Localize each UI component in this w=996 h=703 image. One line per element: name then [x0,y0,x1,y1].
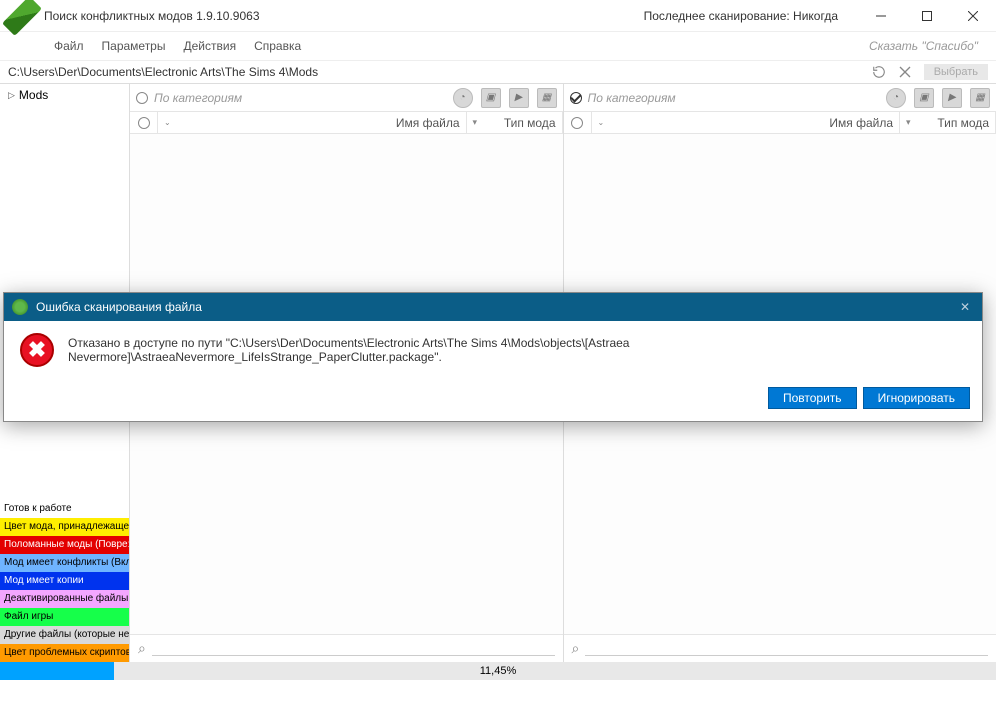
legend-row: Цвет проблемных скриптов [0,644,129,662]
play-icon[interactable]: ▶ [942,88,962,108]
left-search[interactable]: ⌕ [130,634,563,662]
legend-row: Готов к работе [0,500,129,518]
legend-row: Файл игры [0,608,129,626]
legend-row: Деактивированные файлы [0,590,129,608]
path-text: C:\Users\Der\Documents\Electronic Arts\T… [8,65,318,79]
progress-bar: 11,45% [0,662,996,680]
pie-icon[interactable]: ◔ [453,88,473,108]
folder-icon[interactable]: ▣ [481,88,501,108]
error-dialog: Ошибка сканирования файла ✕ ✖ Отказано в… [3,292,983,422]
right-category-placeholder[interactable]: По категориям [588,91,676,105]
search-icon: ⌕ [572,640,580,657]
pie-icon[interactable]: ◔ [886,88,906,108]
thanks-link[interactable]: Сказать "Спасибо" [869,39,978,53]
legend-row: Цвет мода, принадлежащег [0,518,129,536]
legend: Готов к работеЦвет мода, принадлежащегПо… [0,500,129,662]
legend-row: Мод имеет конфликты (Вкл [0,554,129,572]
retry-button[interactable]: Повторить [768,387,857,409]
dialog-title: Ошибка сканирования файла [36,300,202,314]
legend-row: Поломанные моды (Повре: [0,536,129,554]
menu-actions[interactable]: Действия [183,39,236,53]
menu-help[interactable]: Справка [254,39,301,53]
ignore-button[interactable]: Игнорировать [863,387,970,409]
right-col-check[interactable] [564,112,592,133]
right-category-radio[interactable] [570,92,582,104]
dialog-actions: Повторить Игнорировать [4,379,982,421]
select-path-button: Выбрать [924,64,988,80]
left-pane-toolbar: По категориям ◔ ▣ ▶ ▦ [130,84,563,112]
right-col-type[interactable]: ▾Тип мода [900,112,996,133]
close-button[interactable] [950,0,996,32]
legend-row: Мод имеет копии [0,572,129,590]
block-icon[interactable]: ▦ [537,88,557,108]
window-title: Поиск конфликтных модов 1.9.10.9063 [44,9,260,23]
progress-label: 11,45% [480,665,517,677]
error-icon: ✖ [20,333,54,367]
left-category-radio[interactable] [136,92,148,104]
tree-root[interactable]: ▷ Mods [8,88,121,102]
dialog-body: ✖ Отказано в доступе по пути "C:\Users\D… [4,321,982,379]
dialog-message: Отказано в доступе по пути "C:\Users\Der… [68,336,966,364]
left-col-check[interactable] [130,112,158,133]
right-col-filename[interactable]: ⌄Имя файла [592,112,901,133]
block-icon[interactable]: ▦ [970,88,990,108]
title-bar: Поиск конфликтных модов 1.9.10.9063 Посл… [0,0,996,32]
left-columns: ⌄Имя файла ▾Тип мода [130,112,563,134]
right-columns: ⌄Имя файла ▾Тип мода [564,112,996,134]
menu-file[interactable]: Файл [54,39,84,53]
folder-icon[interactable]: ▣ [914,88,934,108]
dialog-app-icon [12,299,28,315]
maximize-button[interactable] [904,0,950,32]
path-bar: C:\Users\Der\Documents\Electronic Arts\T… [0,60,996,84]
minimize-button[interactable] [858,0,904,32]
right-pane-toolbar: По категориям ◔ ▣ ▶ ▦ [564,84,996,112]
dialog-titlebar: Ошибка сканирования файла ✕ [4,293,982,321]
dialog-close-icon[interactable]: ✕ [956,300,974,314]
left-col-type[interactable]: ▾Тип мода [467,112,563,133]
expand-icon[interactable]: ▷ [8,90,15,101]
menu-params[interactable]: Параметры [102,39,166,53]
legend-row: Другие файлы (которые не [0,626,129,644]
search-icon: ⌕ [138,640,146,657]
left-category-placeholder[interactable]: По категориям [154,91,242,105]
last-scan-label: Последнее сканирование: Никогда [644,9,838,23]
tree-root-label: Mods [19,88,48,102]
refresh-icon[interactable] [868,62,890,82]
menu-bar: Файл Параметры Действия Справка Сказать … [0,32,996,60]
play-icon[interactable]: ▶ [509,88,529,108]
clear-path-icon[interactable] [894,62,916,82]
left-col-filename[interactable]: ⌄Имя файла [158,112,467,133]
right-search[interactable]: ⌕ [564,634,996,662]
app-icon [8,2,36,30]
